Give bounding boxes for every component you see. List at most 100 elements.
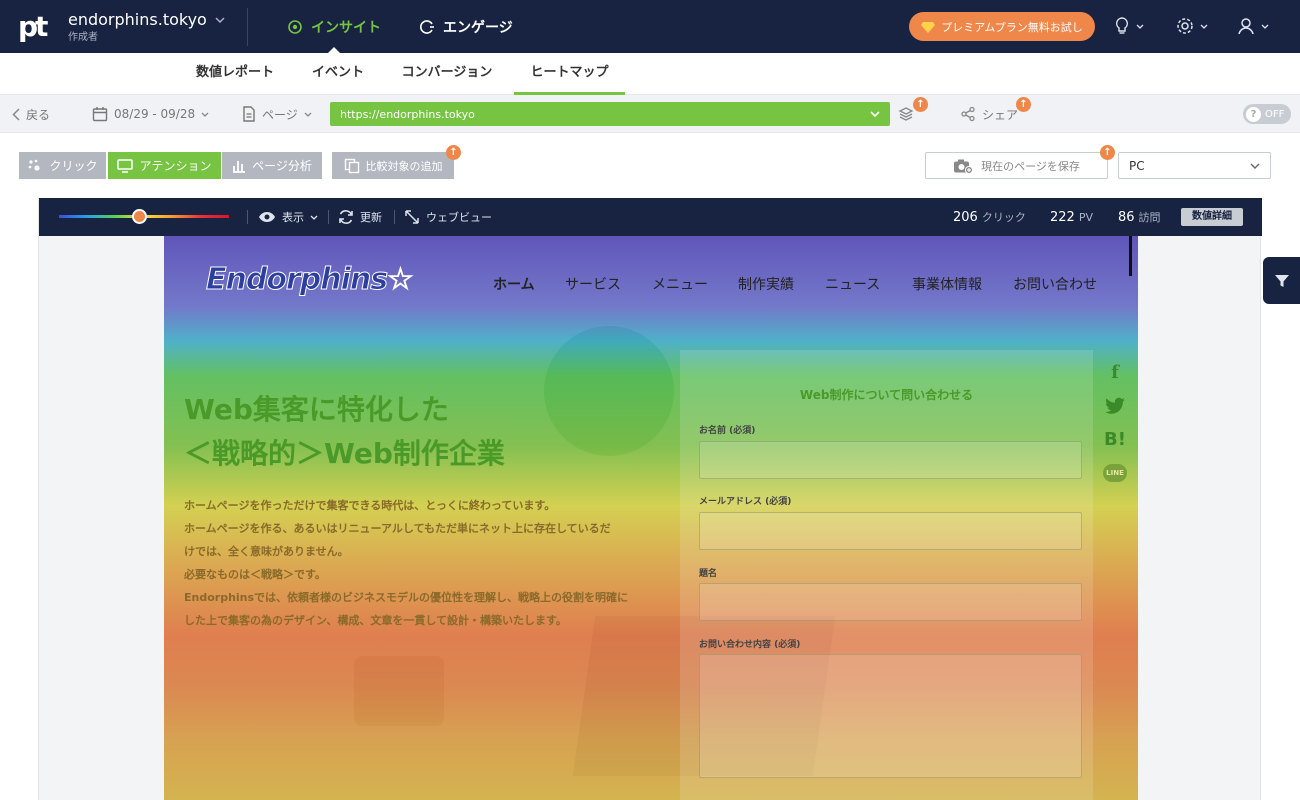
site-nav-works: 制作実績 (738, 277, 794, 293)
form-message-label: お問い合わせ内容 (必須) (699, 640, 801, 650)
form-name-label: お名前 (必須) (699, 426, 756, 436)
facebook-icon: f (1111, 362, 1119, 383)
add-compare-label: 比較対象の追加 (365, 159, 443, 173)
site-nav-company: 事業体情報 (912, 277, 982, 293)
divider (247, 8, 248, 46)
save-page-label: 現在のページを保存 (981, 159, 1080, 173)
bar-chart-icon (233, 160, 246, 173)
chevron-left-icon (12, 107, 20, 121)
chevron-down-icon (201, 112, 209, 117)
site-nav-contact: お問い合わせ (1013, 277, 1097, 293)
display-menu[interactable]: 表示 (258, 198, 318, 236)
url-select[interactable]: https://endorphins.tokyo (330, 102, 890, 126)
visits-label: 訪問 (1138, 211, 1161, 224)
diamond-icon (921, 21, 936, 33)
heatmap-viewer: 表示 更新 ウェブビュー 206 クリック 222 PV 86 訪問 数値詳細 (38, 198, 1262, 800)
camera-plus-icon (954, 159, 974, 174)
social-share-bar: f B! LINE (1092, 350, 1138, 510)
filter-panel-toggle[interactable] (1263, 257, 1300, 304)
tab-events[interactable]: イベント (298, 53, 378, 95)
visits-value: 86 (1118, 209, 1135, 225)
contact-form: Web制作について問い合わせる お名前 (必須) メールアドレス (必須) 題名… (680, 350, 1093, 800)
add-compare-button[interactable]: 比較対象の追加 (332, 152, 454, 179)
upgrade-badge-icon: ↑ (446, 145, 461, 160)
form-subject-field (699, 583, 1082, 621)
hero-text-line: Endorphinsでは、依頼者様のビジネスモデルの優位性を理解し、戦略上の役割… (184, 591, 629, 604)
document-icon (243, 106, 255, 122)
device-select[interactable]: PC (1118, 152, 1271, 179)
date-range-picker[interactable]: 08/29 - 09/28 (92, 95, 209, 133)
site-nav-news: ニュース (825, 277, 881, 293)
filter-bar: 戻る 08/29 - 09/28 ページ https://endorphins.… (0, 95, 1300, 133)
display-label: 表示 (282, 211, 304, 224)
nav-insight[interactable]: インサイト (287, 0, 381, 53)
date-range-value: 08/29 - 09/28 (114, 107, 196, 121)
device-value: PC (1129, 158, 1145, 173)
mode-click-button[interactable]: クリック (19, 152, 106, 179)
share-button[interactable]: シェア (960, 95, 1018, 133)
nav-insight-label: インサイト (311, 19, 381, 36)
tab-numeric-report[interactable]: 数値レポート (185, 53, 285, 95)
form-name-field (699, 441, 1082, 479)
form-message-field (699, 654, 1082, 778)
page-preview: Endorphins☆ ホーム サービス メニュー 制作実績 ニュース 事業体情… (164, 236, 1138, 800)
clicks-label: クリック (981, 211, 1026, 224)
help-icon: ? (1246, 106, 1261, 122)
form-email-label: メールアドレス (必須) (699, 497, 792, 507)
chevron-down-icon (215, 17, 225, 23)
toggle-label: OFF (1265, 108, 1285, 120)
pv-stat: 222 PV (1050, 198, 1093, 236)
refresh-icon (339, 210, 353, 224)
nav-engage[interactable]: エンゲージ (419, 0, 513, 53)
layers-icon (898, 107, 914, 121)
nav-engage-label: エンゲージ (443, 19, 513, 36)
app-logo[interactable]: pt (18, 12, 52, 42)
save-page-button[interactable]: 現在のページを保存 (925, 152, 1108, 179)
site-name: endorphins.tokyo (68, 10, 207, 29)
webview-label: ウェブビュー (426, 211, 492, 224)
sub-nav: 数値レポート イベント コンバージョン ヒートマップ (0, 53, 1300, 95)
copy-icon (344, 158, 359, 173)
calendar-icon (92, 107, 108, 122)
divider (328, 210, 329, 224)
mode-page-analysis-button[interactable]: ページ分析 (222, 152, 322, 179)
pv-label: PV (1078, 210, 1093, 224)
webview-button[interactable]: ウェブビュー (404, 198, 492, 236)
top-bar: pt endorphins.tokyo 作成者 インサイト エンゲージ プレミア… (0, 0, 1300, 53)
clicks-value: 206 (953, 209, 978, 225)
mode-attention-button[interactable]: アテンション (108, 152, 221, 179)
back-button[interactable]: 戻る (12, 95, 50, 133)
hero-title-line-2: ＜戦略的＞Web制作企業 (184, 437, 505, 470)
layers-button[interactable] (898, 95, 914, 133)
site-nav-home: ホーム (493, 277, 535, 293)
account-menu[interactable] (1237, 14, 1269, 38)
clicks-stat: 206 クリック (953, 198, 1026, 236)
divider (394, 210, 395, 224)
overlay-toggle[interactable]: ? OFF (1243, 104, 1291, 124)
back-label: 戻る (26, 107, 51, 122)
attention-slider-handle[interactable] (131, 209, 147, 224)
settings-menu[interactable] (1176, 14, 1208, 38)
lightbulb-icon (1115, 17, 1129, 34)
site-switcher[interactable]: endorphins.tokyo 作成者 (68, 9, 225, 45)
chevron-down-icon (870, 111, 880, 117)
pv-value: 222 (1050, 209, 1075, 225)
tips-menu[interactable] (1114, 14, 1144, 38)
hero-text-line: 必要なものは＜戦略＞です。 (184, 568, 326, 581)
visits-stat: 86 訪問 (1118, 198, 1161, 236)
detail-button[interactable]: 数値詳細 (1181, 208, 1243, 226)
tab-conversions[interactable]: コンバージョン (392, 53, 502, 95)
gear-icon (1177, 18, 1193, 34)
page-type-select[interactable]: ページ (242, 95, 312, 133)
premium-trial-label: プレミアムプラン無料お試し (941, 20, 1083, 34)
site-nav-menu: メニュー (652, 277, 708, 293)
chevron-down-icon (304, 112, 312, 117)
tab-heatmap[interactable]: ヒートマップ (514, 53, 625, 95)
premium-trial-button[interactable]: プレミアムプラン無料お試し (909, 12, 1095, 41)
chevron-down-icon (1200, 24, 1208, 29)
form-title: Web制作について問い合わせる (799, 388, 974, 402)
page-type-label: ページ (262, 107, 298, 122)
site-logo: Endorphins☆ (206, 262, 415, 298)
upgrade-badge-icon: ↑ (1100, 145, 1115, 160)
refresh-button[interactable]: 更新 (338, 198, 382, 236)
